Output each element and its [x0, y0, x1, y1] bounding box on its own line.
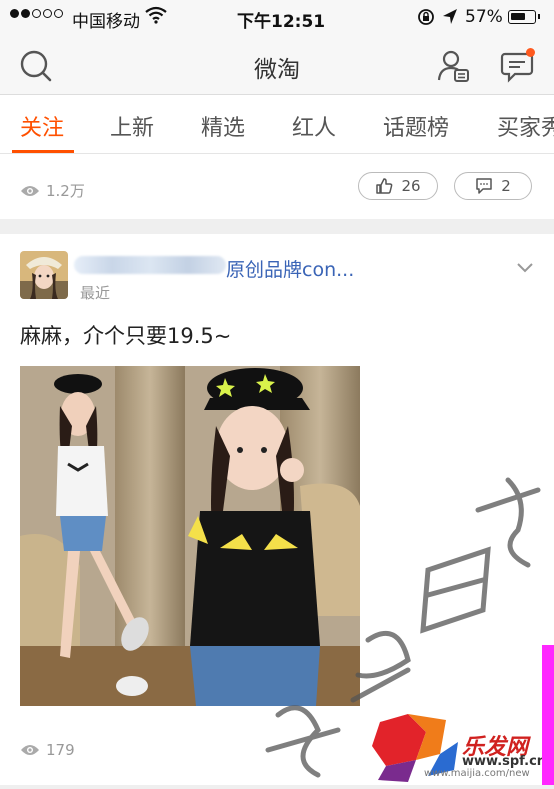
watermark: 乐发网 www.spf.cn www.maijia.com/new [258, 470, 554, 785]
clock: 下午12:51 [237, 12, 326, 32]
status-bar: 中国移动 下午12:51 57% [0, 0, 554, 36]
eye-icon [21, 745, 39, 755]
eye-icon [21, 185, 39, 196]
tab-influencers[interactable]: 红人 [292, 110, 336, 142]
battery-icon [508, 10, 540, 24]
message-button[interactable] [499, 48, 535, 84]
location-arrow-icon [443, 9, 457, 24]
user-profile-icon[interactable] [436, 48, 472, 84]
chevron-down-icon[interactable] [516, 262, 534, 274]
wifi-icon [145, 6, 167, 24]
post-text: 麻麻，介个只要19.5~ [20, 324, 232, 348]
tab-buyer-show[interactable]: 买家秀 [497, 110, 554, 142]
previous-post-footer: 1.2万 26 2 [0, 154, 554, 219]
scrollbar[interactable] [542, 645, 554, 785]
carrier-label: 中国移动 [72, 12, 140, 32]
watermark-url-2: www.maijia.com/new [424, 768, 530, 779]
comment-button[interactable]: 2 [454, 172, 532, 200]
tab-new-arrivals[interactable]: 上新 [110, 110, 154, 142]
like-button[interactable]: 26 [358, 172, 438, 200]
comment-icon [476, 178, 492, 194]
active-tab-indicator [12, 150, 74, 153]
post-time: 最近 [80, 284, 111, 302]
tab-featured[interactable]: 精选 [201, 110, 245, 142]
view-count: 179 [20, 741, 75, 759]
view-count: 1.2万 [20, 180, 85, 201]
tab-topics[interactable]: 话题榜 [383, 110, 449, 142]
tab-following[interactable]: 关注 [20, 110, 64, 142]
signal-icon [10, 9, 63, 18]
watermark-url: www.spf.cn [462, 754, 547, 769]
notification-dot [526, 48, 535, 57]
rotation-lock-icon [418, 9, 434, 25]
thumbs-up-icon [376, 178, 393, 194]
tab-bar: 关注 上新 精选 红人 话题榜 买家秀 [0, 95, 554, 154]
battery-percent: 57% [465, 7, 503, 27]
shop-avatar[interactable] [20, 251, 68, 299]
top-nav-bar: 微淘 [0, 36, 554, 95]
shop-name-link[interactable]: 原创品牌con... [226, 255, 354, 282]
blurred-username [74, 256, 226, 274]
